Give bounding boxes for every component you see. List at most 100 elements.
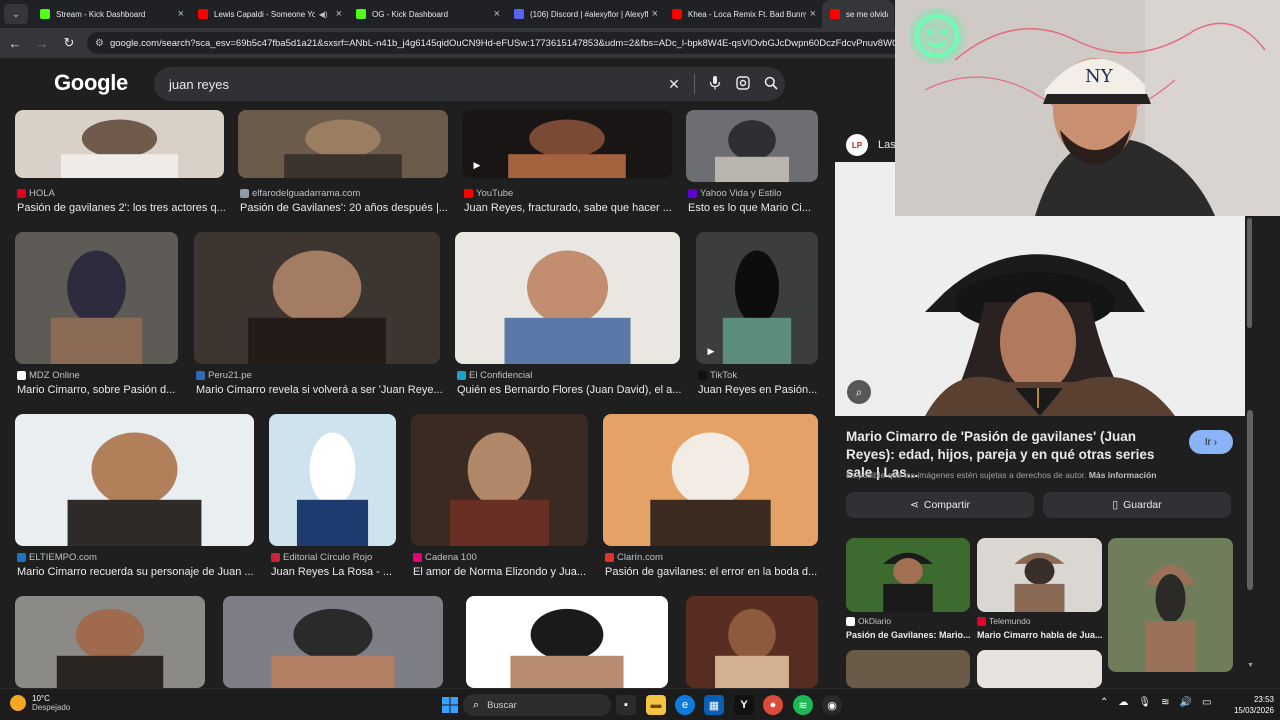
result-source[interactable]: Peru21.pe <box>196 370 252 381</box>
tab-4[interactable]: (106) Discord | #alexyflor | Alexyflor × <box>506 0 664 28</box>
result-source[interactable]: Editorial Círculo Rojo <box>271 552 372 563</box>
clear-icon[interactable]: ✕ <box>660 76 688 93</box>
source-name: MDZ Online <box>29 370 80 381</box>
google-logo[interactable]: Google <box>54 70 128 96</box>
close-tab-icon[interactable]: × <box>652 8 658 20</box>
result-caption[interactable]: Mario Cimarro recuerda su personaje de J… <box>17 566 256 578</box>
result-thumbnail[interactable] <box>15 414 254 546</box>
visit-button[interactable]: Ir › <box>1189 430 1233 454</box>
close-tab-icon[interactable]: × <box>810 8 816 20</box>
related-caption[interactable]: Mario Cimarro habla de Jua... <box>977 630 1106 640</box>
y-app-icon[interactable]: Y <box>734 695 754 715</box>
result-caption[interactable]: Mario Cimarro revela si volverá a ser 'J… <box>196 384 442 396</box>
back-button[interactable]: ← <box>3 31 27 55</box>
result-thumbnail[interactable] <box>15 596 205 688</box>
microphone-icon[interactable] <box>701 75 729 93</box>
result-source[interactable]: Cadena 100 <box>413 552 477 563</box>
result-thumbnail[interactable] <box>466 596 668 688</box>
speaker-icon[interactable]: ◀) <box>319 10 328 19</box>
task-view-icon[interactable]: ▪ <box>616 695 636 715</box>
result-caption[interactable]: Juan Reyes en Pasión... <box>698 384 830 396</box>
page-scroll-thumb[interactable] <box>1247 410 1253 590</box>
tab-search-button[interactable]: ⌄ <box>4 4 28 24</box>
result-caption[interactable]: Pasión de gavilanes: el error en la boda… <box>605 566 820 578</box>
result-thumbnail[interactable] <box>686 110 818 182</box>
edge-icon[interactable]: e <box>675 695 695 715</box>
tab-3[interactable]: OG - Kick Dashboard × <box>348 0 506 28</box>
search-box[interactable]: juan reyes ✕ <box>154 67 785 101</box>
related-thumbnail[interactable] <box>846 538 970 612</box>
close-tab-icon[interactable]: × <box>494 8 500 20</box>
result-thumbnail[interactable] <box>15 110 224 178</box>
tab-2[interactable]: Lewis Capaldi - Someone You Loved ◀) × <box>190 0 348 28</box>
result-source[interactable]: TikTok <box>698 370 737 381</box>
related-thumbnail[interactable] <box>977 538 1102 612</box>
close-tab-icon[interactable]: × <box>336 8 342 20</box>
result-thumbnail[interactable] <box>223 596 443 688</box>
result-source[interactable]: El Confidencial <box>457 370 532 381</box>
save-button[interactable]: ▯ Guardar <box>1043 492 1231 518</box>
more-info-link[interactable]: Más información <box>1089 470 1157 480</box>
taskbar-search[interactable]: ⌕ Buscar <box>463 694 611 716</box>
spotify-icon[interactable]: ≋ <box>793 695 813 715</box>
result-thumbnail[interactable] <box>269 414 396 546</box>
result-thumbnail[interactable] <box>686 596 818 688</box>
result-thumbnail[interactable] <box>411 414 588 546</box>
site-info-icon[interactable]: ⚙ <box>95 38 104 49</box>
search-icon[interactable] <box>757 76 785 93</box>
weather-widget[interactable]: 10°C Despejado <box>10 694 70 712</box>
result-source[interactable]: Clarín.com <box>605 552 663 563</box>
tab-1[interactable]: Stream - Kick Dashboard × <box>32 0 190 28</box>
obs-icon[interactable]: ◉ <box>822 695 842 715</box>
panel-scrollbar[interactable] <box>1245 218 1253 333</box>
result-source[interactable]: MDZ Online <box>17 370 80 381</box>
related-thumbnail[interactable] <box>977 650 1102 688</box>
result-thumbnail[interactable] <box>603 414 818 546</box>
result-caption[interactable]: El amor de Norma Elizondo y Jua... <box>413 566 619 578</box>
close-tab-icon[interactable]: × <box>178 8 184 20</box>
lens-icon[interactable] <box>729 75 757 93</box>
result-thumbnail[interactable] <box>462 110 672 178</box>
network-icon[interactable]: ☁ <box>1118 697 1128 708</box>
panel-scroll-thumb[interactable] <box>1247 218 1252 328</box>
result-caption[interactable]: Pasión de Gavilanes': 20 años después |.… <box>240 202 450 214</box>
file-explorer-icon[interactable]: ▬ <box>646 695 666 715</box>
result-thumbnail[interactable] <box>15 232 178 364</box>
result-caption[interactable]: Juan Reyes, fracturado, sabe que hacer .… <box>464 202 674 214</box>
chrome-icon[interactable]: ● <box>763 695 783 715</box>
related-caption[interactable]: Pasión de Gavilanes: Mario... <box>846 630 974 640</box>
result-source[interactable]: Yahoo Vida y Estilo <box>688 188 782 199</box>
related-thumbnail[interactable] <box>1108 538 1233 672</box>
related-thumbnail[interactable] <box>846 650 970 688</box>
lens-search-icon[interactable]: ⌕ <box>847 380 871 404</box>
result-source[interactable]: elfarodelguadarrama.com <box>240 188 360 199</box>
result-thumbnail[interactable] <box>194 232 440 364</box>
start-button[interactable] <box>440 695 460 715</box>
search-input[interactable]: juan reyes <box>169 77 660 92</box>
result-thumbnail[interactable] <box>455 232 680 364</box>
result-caption[interactable]: Mario Cimarro, sobre Pasión d... <box>17 384 223 396</box>
result-caption[interactable]: Quién es Bernardo Flores (Juan David), e… <box>457 384 682 396</box>
result-caption[interactable]: Esto es lo que Mario Ci... <box>688 202 830 214</box>
result-source[interactable]: YouTube <box>464 188 513 199</box>
related-source[interactable]: OkDiario <box>846 616 891 626</box>
tab-6[interactable]: se me olvida fei... <box>822 0 894 28</box>
clock[interactable]: 23:53 15/03/2026 <box>1226 694 1274 716</box>
result-source[interactable]: ELTIEMPO.com <box>17 552 97 563</box>
result-source[interactable]: HOLA <box>17 188 55 199</box>
wifi-icon[interactable]: ≋ <box>1161 697 1169 708</box>
volume-icon[interactable]: 🔊 <box>1179 697 1191 708</box>
forward-button[interactable]: → <box>30 31 54 55</box>
battery-icon[interactable]: ▭ <box>1202 697 1211 708</box>
share-button[interactable]: ⋖ Compartir <box>846 492 1034 518</box>
chevron-up-icon[interactable]: ⌃ <box>1100 697 1108 708</box>
scroll-down-arrow[interactable]: ▼ <box>1247 662 1254 669</box>
microphone-icon[interactable]: 🎙 <box>1138 697 1151 708</box>
result-caption[interactable]: Pasión de gavilanes 2': los tres actores… <box>17 202 226 214</box>
reload-button[interactable]: ↻ <box>57 31 81 55</box>
preview-header[interactable]: LP Las <box>846 134 896 156</box>
result-thumbnail[interactable] <box>238 110 448 178</box>
store-icon[interactable]: ▦ <box>704 695 724 715</box>
related-source[interactable]: Telemundo <box>977 616 1031 626</box>
tab-5[interactable]: Khea - Loca Remix Ft. Bad Bunny × <box>664 0 822 28</box>
